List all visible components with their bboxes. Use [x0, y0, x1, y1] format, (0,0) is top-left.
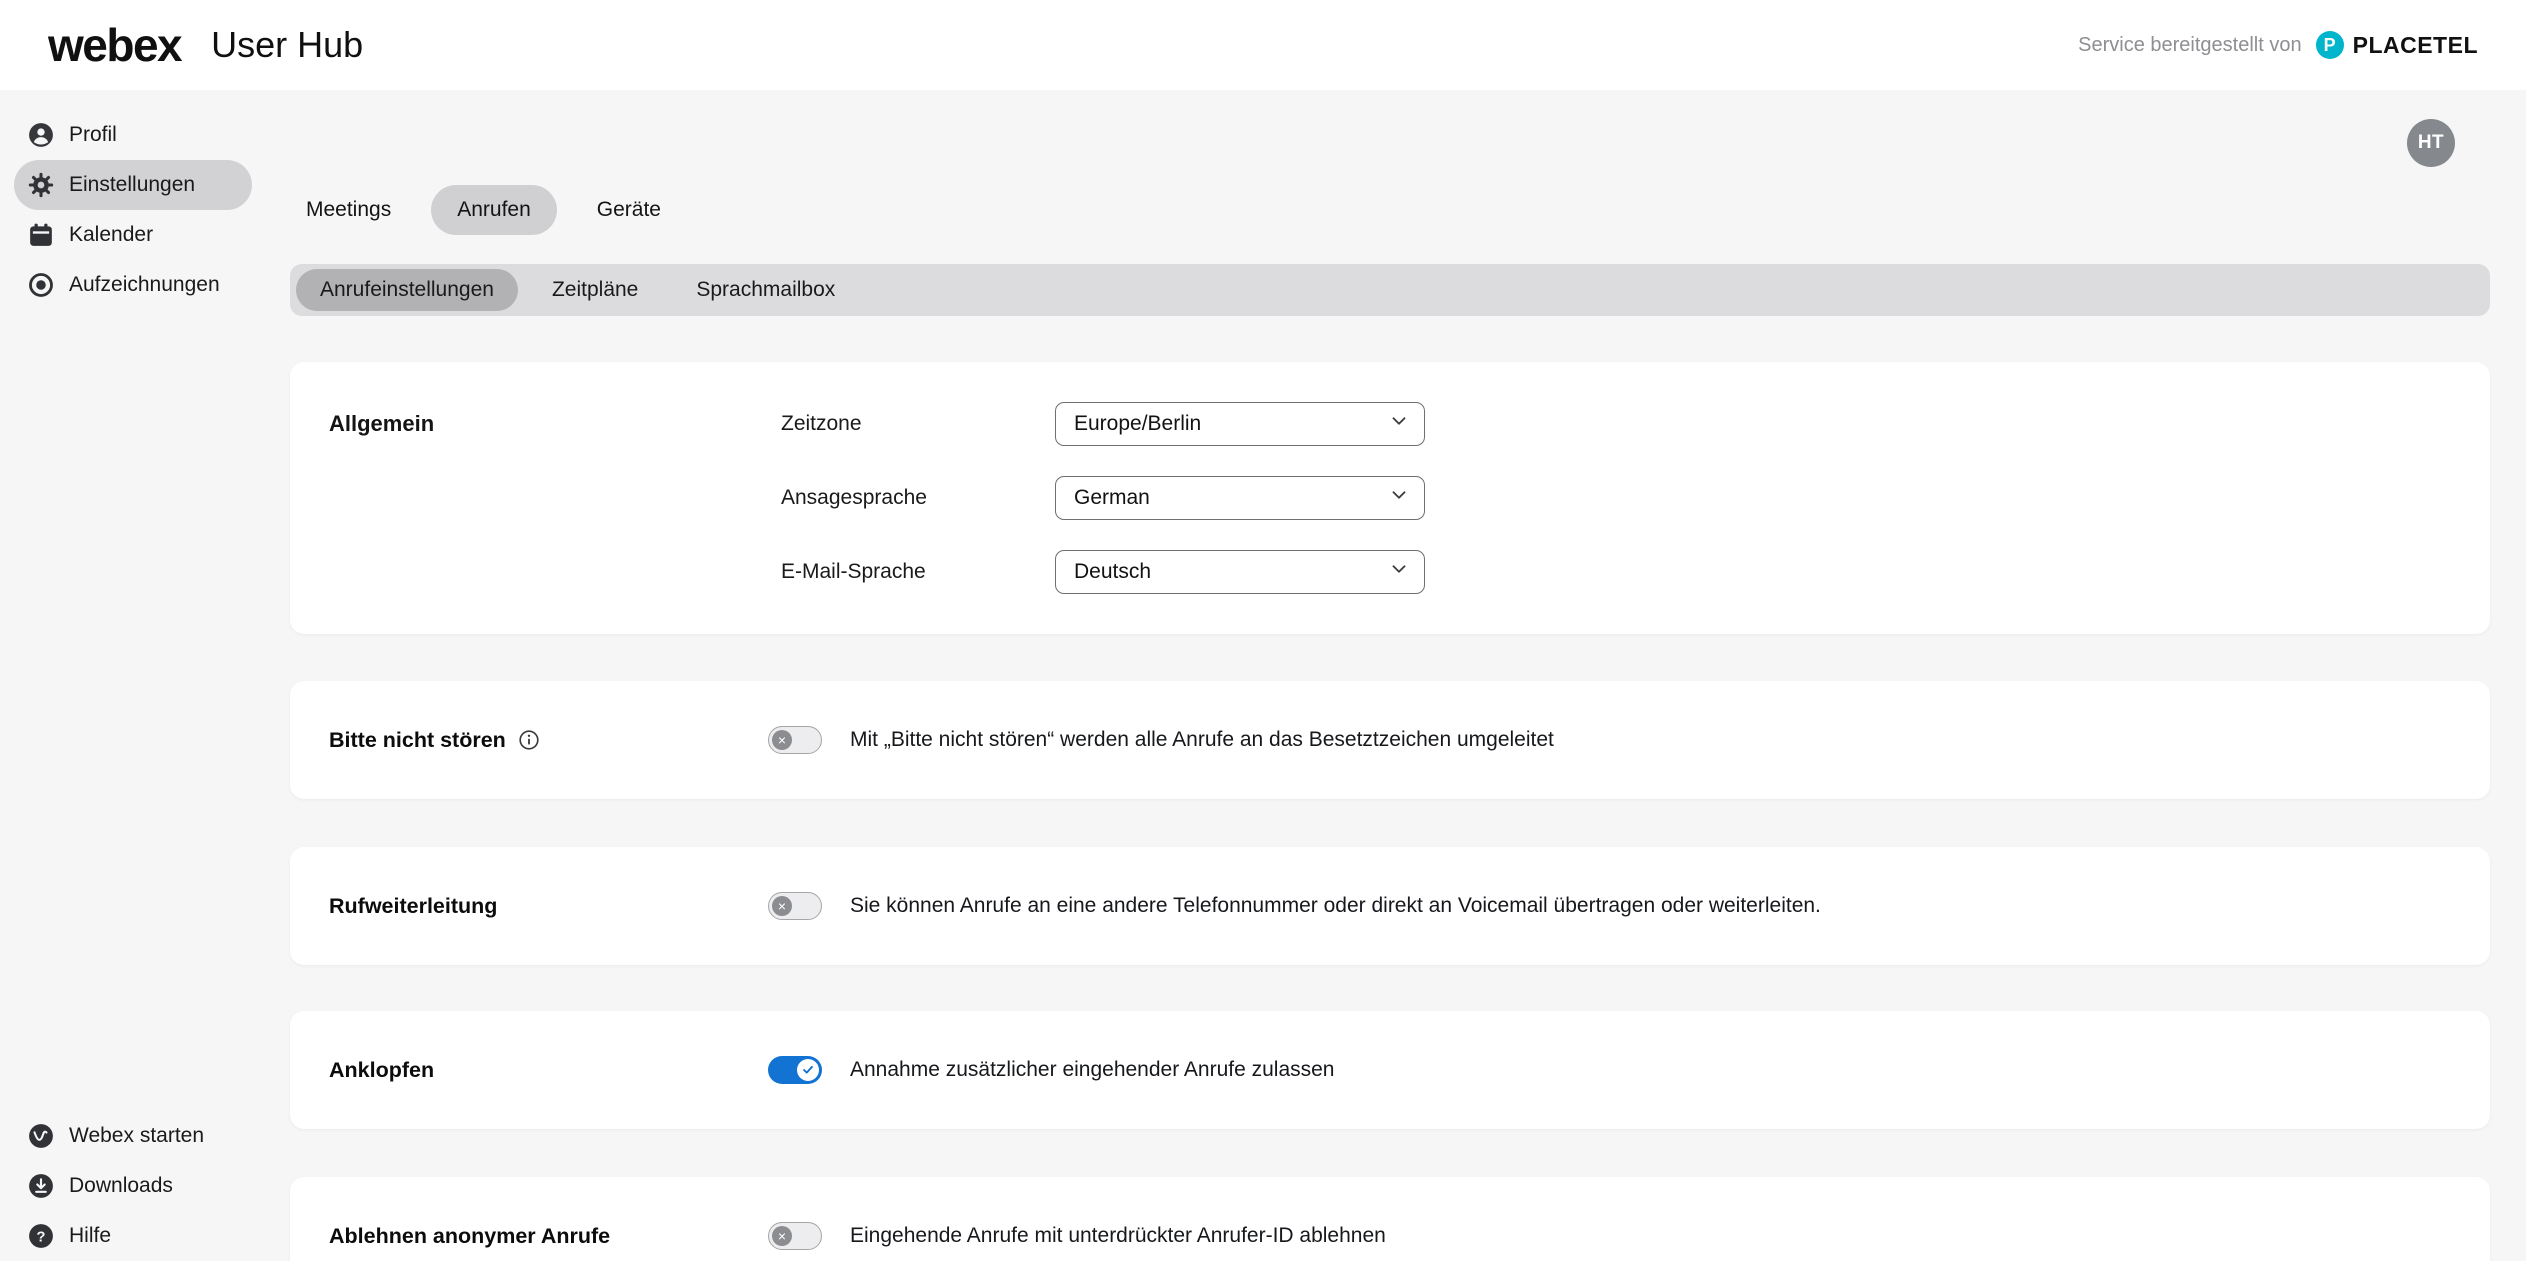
- timezone-select[interactable]: Europe/Berlin: [1055, 402, 1425, 446]
- subtab-sprachmailbox[interactable]: Sprachmailbox: [672, 269, 859, 311]
- anonymous-reject-title: Ablehnen anonymer Anrufe: [329, 1224, 768, 1249]
- sidebar-item-label: Aufzeichnungen: [69, 273, 220, 297]
- header-right: Service bereitgestellt von P PLACETEL: [2078, 31, 2478, 59]
- service-note: Service bereitgestellt von: [2078, 34, 2301, 57]
- provider-name: PLACETEL: [2353, 32, 2478, 59]
- section-title: Anklopfen: [329, 1058, 434, 1083]
- chevron-down-icon: [1388, 558, 1410, 586]
- toggle-off-x-icon: ×: [778, 733, 786, 747]
- page-layout: Profil Einstellungen: [0, 90, 2526, 1261]
- svg-text:?: ?: [37, 1229, 46, 1245]
- call-waiting-description: Annahme zusätzlicher eingehender Anrufe …: [850, 1058, 1334, 1082]
- timezone-row: Zeitzone Europe/Berlin: [781, 402, 1425, 446]
- placetel-icon: P: [2316, 31, 2344, 59]
- sidebar-item-label: Webex starten: [69, 1124, 204, 1148]
- provider-logo: P PLACETEL: [2316, 31, 2478, 59]
- sidebar-item-hilfe[interactable]: ? Hilfe: [14, 1211, 252, 1261]
- email-language-select[interactable]: Deutsch: [1055, 550, 1425, 594]
- help-icon: ?: [28, 1223, 54, 1249]
- anonymous-reject-description: Eingehende Anrufe mit unterdrückter Anru…: [850, 1224, 1386, 1248]
- call-waiting-title: Anklopfen: [329, 1058, 768, 1083]
- sidebar-item-downloads[interactable]: Downloads: [14, 1161, 252, 1211]
- tab-meetings[interactable]: Meetings: [306, 185, 391, 235]
- sidebar-item-webex-starten[interactable]: Webex starten: [14, 1111, 252, 1161]
- sidebar-item-aufzeichnungen[interactable]: Aufzeichnungen: [14, 260, 252, 310]
- info-icon[interactable]: [518, 729, 540, 751]
- toggle-knob: ×: [772, 730, 792, 750]
- sidebar-item-einstellungen[interactable]: Einstellungen: [14, 160, 252, 210]
- section-title: Allgemein: [329, 402, 781, 446]
- toggle-knob: ×: [772, 1226, 792, 1246]
- toggle-on-check-icon: [801, 1063, 815, 1077]
- sidebar-footer: Webex starten Downloads ? Hilfe: [14, 1111, 252, 1261]
- field-label: Ansagesprache: [781, 486, 1055, 510]
- toggle-off-x-icon: ×: [778, 899, 786, 913]
- recordings-icon: [28, 272, 54, 298]
- section-title: Rufweiterleitung: [329, 894, 497, 919]
- section-title: Ablehnen anonymer Anrufe: [329, 1224, 610, 1249]
- email-language-row: E-Mail-Sprache Deutsch: [781, 550, 1425, 594]
- dnd-description: Mit „Bitte nicht stören“ werden alle Anr…: [850, 728, 1554, 752]
- profile-icon: [28, 122, 54, 148]
- selected-value: Europe/Berlin: [1074, 412, 1201, 436]
- sidebar-item-label: Kalender: [69, 223, 153, 247]
- webex-launch-icon: [28, 1123, 54, 1149]
- sidebar-item-label: Downloads: [69, 1174, 173, 1198]
- dnd-title: Bitte nicht stören: [329, 728, 768, 753]
- selected-value: Deutsch: [1074, 560, 1151, 584]
- field-label: E-Mail-Sprache: [781, 560, 1055, 584]
- chevron-down-icon: [1388, 484, 1410, 512]
- announcement-language-select[interactable]: German: [1055, 476, 1425, 520]
- dnd-card: Bitte nicht stören × Mit „Bitte nicht st…: [290, 681, 2490, 799]
- tab-anrufen[interactable]: Anrufen: [431, 185, 557, 235]
- toggle-off-x-icon: ×: [778, 1229, 786, 1243]
- call-waiting-toggle[interactable]: ×: [768, 1056, 822, 1084]
- app-header: webex User Hub Service bereitgestellt vo…: [0, 0, 2526, 90]
- tab-bar: Meetings Anrufen Geräte: [306, 185, 2490, 235]
- chevron-down-icon: [1388, 410, 1410, 438]
- anonymous-reject-toggle[interactable]: ×: [768, 1222, 822, 1250]
- subtab-bar: Anrufeinstellungen Zeitpläne Sprachmailb…: [290, 264, 2490, 316]
- subtab-zeitplaene[interactable]: Zeitpläne: [528, 269, 662, 311]
- forwarding-title: Rufweiterleitung: [329, 894, 768, 919]
- sidebar-item-label: Einstellungen: [69, 173, 195, 197]
- sidebar-item-kalender[interactable]: Kalender: [14, 210, 252, 260]
- section-title: Bitte nicht stören: [329, 728, 506, 753]
- forwarding-toggle[interactable]: ×: [768, 892, 822, 920]
- general-rows: Zeitzone Europe/Berlin Ansagesprache Ger…: [781, 402, 1425, 594]
- dnd-toggle[interactable]: ×: [768, 726, 822, 754]
- toggle-knob: ×: [772, 896, 792, 916]
- general-settings-card: Allgemein Zeitzone Europe/Berlin Ansages…: [290, 362, 2490, 634]
- sidebar: Profil Einstellungen: [0, 90, 260, 1261]
- page-title: User Hub: [211, 24, 363, 66]
- gear-icon: [28, 172, 54, 198]
- sidebar-item-label: Profil: [69, 123, 117, 147]
- sidebar-item-profil[interactable]: Profil: [14, 110, 252, 160]
- main-content: HT Meetings Anrufen Geräte Anrufeinstell…: [260, 90, 2526, 1261]
- download-icon: [28, 1173, 54, 1199]
- call-waiting-card: Anklopfen × Annahme zusätzlicher eingehe…: [290, 1011, 2490, 1129]
- subtab-anrufeinstellungen[interactable]: Anrufeinstellungen: [296, 269, 518, 311]
- announcement-language-row: Ansagesprache German: [781, 476, 1425, 520]
- webex-logo[interactable]: webex: [48, 18, 181, 72]
- avatar[interactable]: HT: [2407, 119, 2455, 167]
- tab-geraete[interactable]: Geräte: [597, 185, 661, 235]
- sidebar-item-label: Hilfe: [69, 1224, 111, 1248]
- selected-value: German: [1074, 486, 1150, 510]
- anonymous-reject-card: Ablehnen anonymer Anrufe × Eingehende An…: [290, 1177, 2490, 1261]
- toggle-knob: ×: [797, 1059, 819, 1081]
- call-forwarding-card: Rufweiterleitung × Sie können Anrufe an …: [290, 847, 2490, 965]
- field-label: Zeitzone: [781, 412, 1055, 436]
- calendar-icon: [28, 222, 54, 248]
- forwarding-description: Sie können Anrufe an eine andere Telefon…: [850, 894, 1821, 918]
